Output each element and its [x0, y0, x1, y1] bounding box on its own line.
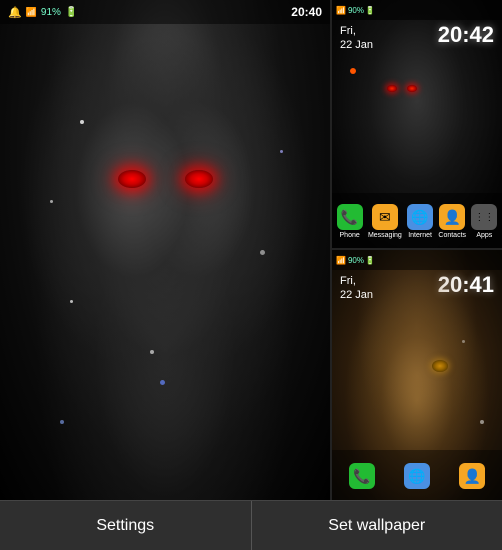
small-lion-eye-left: [387, 85, 397, 92]
main-container: 🔔 📶 91% 🔋 20:40: [0, 0, 502, 500]
status-bar-right-top: 📶 90% 🔋: [332, 0, 502, 20]
phone-preview-bottom-wallpaper: 📶 90% 🔋 Fri, 22 Jan 20:41: [332, 250, 502, 500]
network-icon: 📶: [26, 7, 37, 18]
bottom-battery-icon: 🔋: [365, 256, 375, 265]
dock-phone-label: Phone: [340, 232, 360, 239]
dock-top: 📞 Phone ✉ Messaging 🌐 Internet 👤 Contact…: [332, 193, 502, 248]
lion-eye-bottom: [432, 360, 448, 372]
phone-time-top: 20:42: [438, 22, 494, 48]
dock-apps-icon: ⋮⋮: [471, 204, 497, 230]
date-line2-top: 22 Jan: [340, 38, 373, 52]
status-icons-left: 🔔 📶 91% 🔋: [8, 6, 77, 19]
lion-face-overlay: [0, 0, 330, 500]
dock-bottom-phone-icon: 📞: [349, 463, 375, 489]
color-dot-2: [60, 420, 64, 424]
phone-preview-top-wallpaper: 📶 90% 🔋 Fri, 22 Jan 20:42: [332, 0, 502, 248]
phone-date-top: Fri, 22 Jan: [340, 24, 373, 52]
date-line1-top: Fri,: [340, 24, 373, 38]
dock-icon-apps[interactable]: ⋮⋮ Apps: [471, 204, 497, 239]
alarm-icon: 🔔: [8, 6, 22, 19]
bottom-buttons: Settings Set wallpaper: [0, 500, 502, 550]
lion-eye-right: [185, 170, 213, 188]
right-panel: 📶 90% 🔋 Fri, 22 Jan 20:42: [330, 0, 502, 500]
dock-internet-icon: 🌐: [407, 204, 433, 230]
dock-phone-icon: 📞: [337, 204, 363, 230]
status-bar-right-bottom: 📶 90% 🔋: [332, 250, 502, 270]
small-lion-eye-right: [407, 85, 417, 92]
sparkle-2: [50, 200, 53, 203]
phone-preview-bottom: 📶 90% 🔋 Fri, 22 Jan 20:41: [330, 250, 502, 500]
dock-contacts-label: Contacts: [438, 232, 466, 239]
dock-icon-phone[interactable]: 📞 Phone: [337, 204, 363, 239]
dock-icon-contacts[interactable]: 👤 Contacts: [438, 204, 466, 239]
dock-internet-label: Internet: [408, 232, 432, 239]
bottom-dot-1: [480, 420, 484, 424]
bottom-status-icon: 📶: [336, 256, 346, 265]
left-wallpaper: 🔔 📶 91% 🔋 20:40: [0, 0, 330, 500]
dock-bottom: 📞 🌐 👤: [332, 450, 502, 500]
battery-icon: 🔋: [65, 7, 77, 18]
dock-icon-messaging[interactable]: ✉ Messaging: [368, 204, 402, 239]
set-wallpaper-button[interactable]: Set wallpaper: [252, 501, 502, 550]
dock-bottom-contacts-icon: 👤: [459, 463, 485, 489]
sparkle-6: [150, 350, 154, 354]
battery-percent: 91%: [41, 7, 61, 18]
color-dot-1: [160, 380, 165, 385]
lion-eye-left: [118, 170, 146, 188]
left-panel: 🔔 📶 91% 🔋 20:40: [0, 0, 330, 500]
settings-button[interactable]: Settings: [0, 501, 252, 550]
phone-preview-top: 📶 90% 🔋 Fri, 22 Jan 20:42: [330, 0, 502, 250]
dock-icon-internet[interactable]: 🌐 Internet: [407, 204, 433, 239]
dock-bottom-internet-icon: 🌐: [404, 463, 430, 489]
status-time-left: 20:40: [291, 5, 322, 19]
dock-bottom-phone[interactable]: 📞: [349, 463, 375, 489]
top-battery-icon: 🔋: [365, 6, 375, 15]
dock-msg-icon: ✉: [372, 204, 398, 230]
sparkle-1: [80, 120, 84, 124]
bottom-dot-2: [462, 340, 465, 343]
dock-contacts-icon: 👤: [439, 204, 465, 230]
bottom-battery: 90%: [348, 256, 364, 265]
dock-bottom-contacts[interactable]: 👤: [459, 463, 485, 489]
status-bar-left: 🔔 📶 91% 🔋 20:40: [0, 0, 330, 24]
sparkle-4: [260, 250, 265, 255]
top-status-icon: 📶: [336, 6, 346, 15]
dock-apps-label: Apps: [476, 232, 492, 239]
notification-dot: [350, 68, 356, 74]
sparkle-5: [280, 150, 283, 153]
top-battery: 90%: [348, 6, 364, 15]
sparkle-3: [70, 300, 73, 303]
dock-msg-label: Messaging: [368, 232, 402, 239]
dock-bottom-internet[interactable]: 🌐: [404, 463, 430, 489]
